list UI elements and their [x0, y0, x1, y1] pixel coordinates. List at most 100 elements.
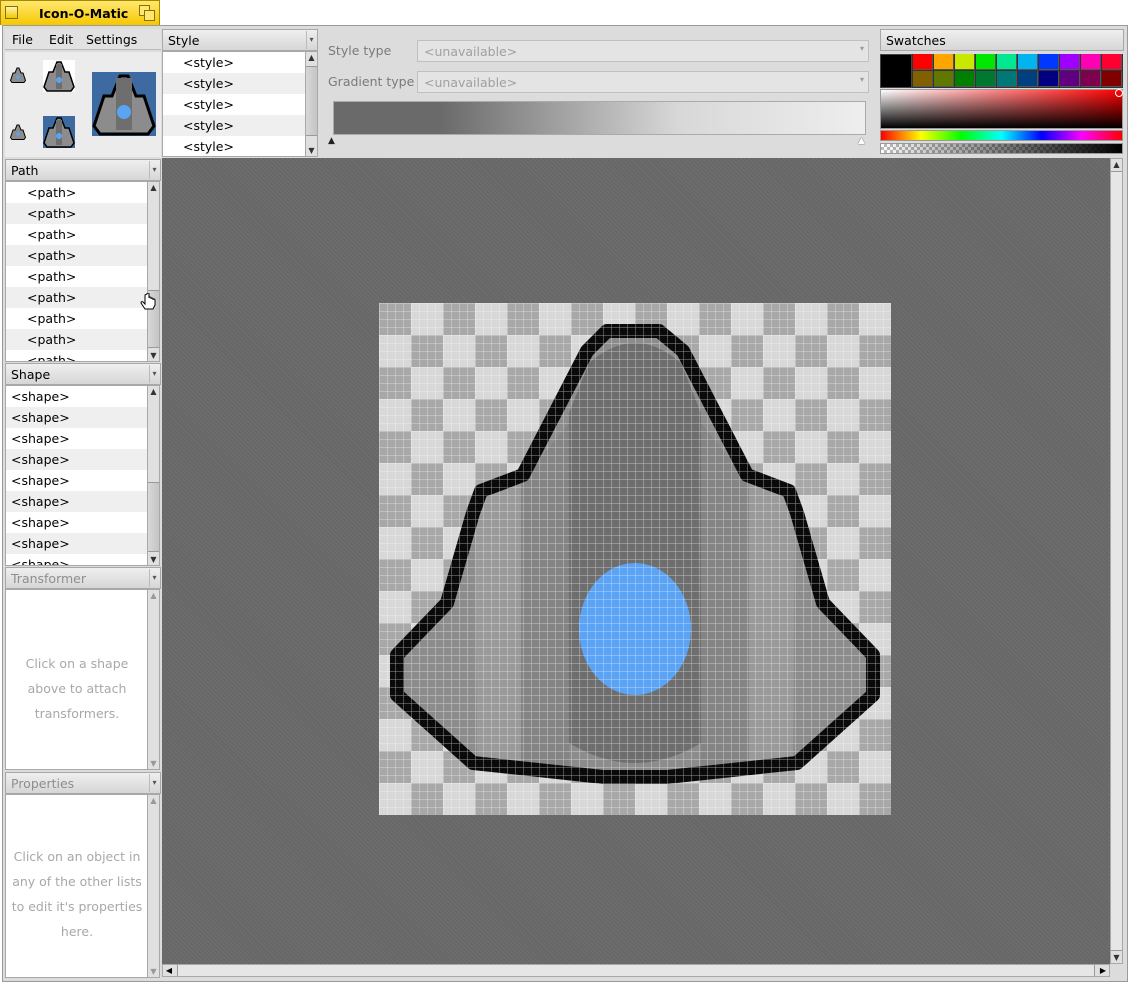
gradient-type-dropdown[interactable]: <unavailable> ▾ [417, 71, 869, 93]
list-item[interactable]: <shape> [6, 428, 147, 449]
color-swatch[interactable] [1018, 71, 1038, 87]
color-field[interactable] [880, 89, 1123, 129]
color-swatch[interactable] [955, 54, 975, 70]
scroll-down-icon[interactable]: ▼ [306, 145, 317, 156]
scroll-down-icon[interactable]: ▼ [1111, 952, 1122, 963]
gradient-preview[interactable] [333, 101, 866, 135]
path-list-scrollbar[interactable]: ▲ ▼ [147, 181, 160, 362]
scroll-down-icon[interactable]: ▼ [148, 554, 159, 565]
color-swatch[interactable] [1102, 54, 1122, 70]
list-item[interactable]: <style> [163, 73, 305, 94]
color-swatch[interactable] [1039, 54, 1059, 70]
color-swatch[interactable] [1060, 54, 1080, 70]
close-button[interactable] [5, 6, 18, 19]
list-item[interactable]: <path> [6, 350, 147, 361]
scroll-right-icon[interactable]: ▶ [1097, 965, 1109, 976]
transformer-scrollbar: ▲ ▼ [147, 589, 160, 770]
list-item[interactable]: <shape> [6, 386, 147, 407]
color-swatch[interactable] [913, 71, 933, 87]
properties-header: Properties ▾ [5, 772, 161, 794]
canvas-vertical-scrollbar[interactable]: ▲ ▼ [1110, 158, 1123, 964]
path-header-label: Path [11, 163, 39, 178]
style-type-dropdown[interactable]: <unavailable> ▾ [417, 40, 869, 62]
path-list[interactable]: <path> <path> <path> <path> <path> <path… [5, 181, 148, 362]
scroll-thumb[interactable] [306, 66, 317, 136]
list-item[interactable]: <style> [163, 115, 305, 136]
list-item[interactable]: <path> [6, 329, 147, 350]
chevron-down-icon[interactable]: ▾ [149, 365, 159, 383]
list-item[interactable]: <path> [6, 266, 147, 287]
color-swatch[interactable] [997, 54, 1017, 70]
shape-list[interactable]: <shape> <shape> <shape> <shape> <shape> … [5, 385, 148, 566]
style-list[interactable]: <style> <style> <style> <style> <style> [162, 51, 306, 157]
color-swatch[interactable] [955, 71, 975, 87]
list-item[interactable]: <shape> [6, 407, 147, 428]
menu-file[interactable]: File [12, 32, 33, 47]
path-list-header[interactable]: Path ▾ [5, 159, 161, 181]
scroll-up-icon[interactable]: ▲ [1111, 159, 1122, 170]
list-item[interactable]: <shape> [6, 533, 147, 554]
gradient-stop-start-icon[interactable]: ▲ [328, 136, 335, 146]
color-swatch[interactable] [976, 54, 996, 70]
list-item[interactable]: <shape> [6, 470, 147, 491]
style-header-label: Style [168, 33, 200, 48]
scroll-up-icon[interactable]: ▲ [148, 386, 159, 397]
color-swatch[interactable] [913, 54, 933, 70]
icon-previews [5, 52, 161, 157]
menu-settings[interactable]: Settings [86, 32, 137, 47]
color-picker-marker-icon[interactable] [1115, 89, 1123, 97]
menu-edit[interactable]: Edit [49, 32, 73, 47]
list-item[interactable]: <path> [6, 203, 147, 224]
list-item[interactable]: <path> [6, 224, 147, 245]
shape-list-scrollbar[interactable]: ▲ ▼ [147, 385, 160, 566]
chevron-down-icon[interactable]: ▾ [149, 161, 159, 179]
zoom-button[interactable] [139, 5, 155, 21]
current-color-swatch[interactable] [880, 54, 912, 88]
color-swatch[interactable] [1060, 71, 1080, 87]
color-swatch[interactable] [1039, 71, 1059, 87]
scroll-left-icon[interactable]: ◀ [163, 965, 175, 976]
scroll-thumb[interactable] [177, 965, 1095, 976]
color-swatch[interactable] [976, 71, 996, 87]
window-tab[interactable]: Icon-O-Matic [0, 0, 160, 25]
properties-scrollbar: ▲ ▼ [147, 794, 160, 978]
color-swatch[interactable] [934, 54, 954, 70]
list-item[interactable]: <path> [6, 182, 147, 203]
alpha-slider[interactable] [880, 143, 1123, 154]
color-swatch[interactable] [997, 71, 1017, 87]
list-item[interactable]: <shape> [6, 554, 147, 565]
color-swatch[interactable] [1081, 54, 1101, 70]
properties-hint: Click on an object in any of the other l… [11, 849, 143, 939]
style-list-header[interactable]: Style ▾ [162, 29, 318, 51]
list-item[interactable]: <shape> [6, 449, 147, 470]
style-list-scrollbar[interactable]: ▲ ▼ [305, 51, 318, 157]
scroll-up-icon[interactable]: ▲ [148, 182, 159, 193]
list-item[interactable]: <shape> [6, 512, 147, 533]
list-item[interactable]: <path> [6, 245, 147, 266]
color-swatch[interactable] [1018, 54, 1038, 70]
color-swatch[interactable] [934, 71, 954, 87]
icon-canvas[interactable] [379, 303, 891, 815]
gradient-stop-end-icon[interactable]: ▲ [858, 136, 865, 146]
chevron-down-icon: ▾ [149, 569, 159, 587]
swatches-header: Swatches [880, 29, 1124, 51]
list-item[interactable]: <style> [163, 136, 305, 156]
scroll-down-icon[interactable]: ▼ [148, 350, 159, 361]
properties-panel: Click on an object in any of the other l… [5, 794, 148, 978]
list-item[interactable]: <style> [163, 52, 305, 73]
shape-list-header[interactable]: Shape ▾ [5, 363, 161, 385]
chevron-down-icon: ▾ [859, 75, 864, 84]
scroll-thumb[interactable] [1111, 171, 1122, 951]
color-swatch[interactable] [1102, 71, 1122, 87]
list-item[interactable]: <path> [6, 308, 147, 329]
list-item[interactable]: <path> [6, 287, 147, 308]
hue-slider[interactable] [880, 130, 1123, 141]
preview-32-light [43, 60, 75, 92]
scroll-up-icon[interactable]: ▲ [306, 52, 317, 63]
scroll-thumb[interactable] [148, 482, 159, 552]
list-item[interactable]: <shape> [6, 491, 147, 512]
color-swatch[interactable] [1081, 71, 1101, 87]
chevron-down-icon[interactable]: ▾ [306, 31, 316, 49]
canvas-horizontal-scrollbar[interactable]: ◀ ▶ [162, 964, 1110, 977]
list-item[interactable]: <style> [163, 94, 305, 115]
